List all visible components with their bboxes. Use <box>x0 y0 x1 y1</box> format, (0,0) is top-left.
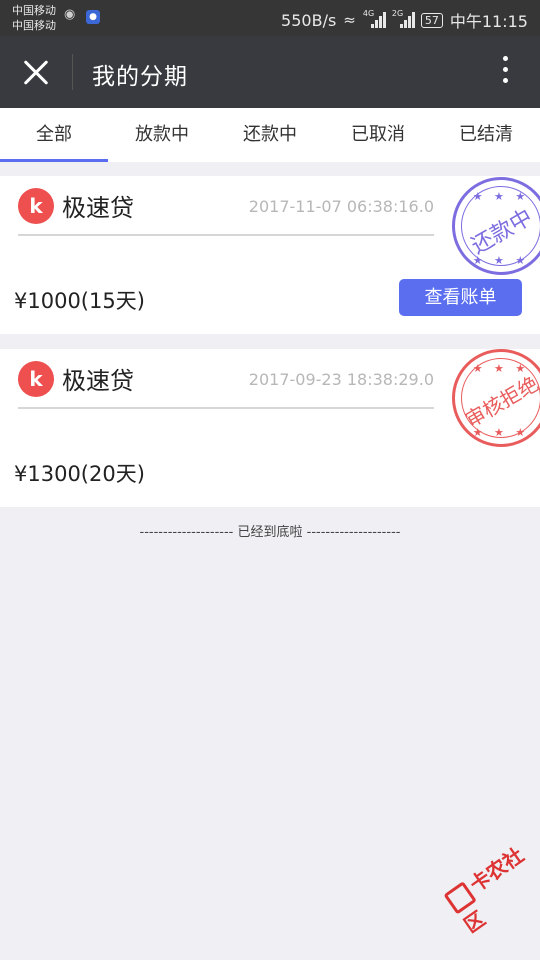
loan-logo-icon: k <box>18 188 54 224</box>
signal-icon-2: 2G <box>391 9 415 28</box>
network-speed: 550B/s <box>281 10 337 30</box>
watermark: 卡农社区 <box>440 833 540 938</box>
carrier-2: 中国移动 <box>12 19 56 32</box>
clock: 中午11:15 <box>449 12 528 31</box>
wechat-icon: ◉ <box>64 7 76 22</box>
rejected-stamp: ★ ★ ★ 审核拒绝 ★ ★ ★ <box>452 349 540 447</box>
more-options-icon[interactable] <box>500 56 510 88</box>
order-time: 2017-11-07 06:38:16.0 <box>248 197 434 216</box>
status-tabs: 全部 放款中 还款中 已取消 已结清 <box>0 108 540 162</box>
close-icon[interactable] <box>16 52 56 92</box>
loan-amount: ¥1000(15天) <box>14 289 145 313</box>
product-name: 极速贷 <box>62 194 134 222</box>
tab-all[interactable]: 全部 <box>0 108 108 162</box>
signal-icon-1: 4G <box>362 9 386 28</box>
product-name: 极速贷 <box>62 367 134 395</box>
tab-repaying[interactable]: 还款中 <box>216 108 324 162</box>
header-divider <box>72 54 73 90</box>
wifi-icon: ≈ <box>343 11 356 29</box>
tab-disbursing[interactable]: 放款中 <box>108 108 216 162</box>
loan-logo-icon: k <box>18 361 54 397</box>
carrier-1: 中国移动 <box>12 4 56 17</box>
signal-2-label: 2G <box>391 9 404 18</box>
tab-cancelled[interactable]: 已取消 <box>324 108 432 162</box>
repaying-stamp: ★ ★ ★ 还款中 ★ ★ ★ <box>452 177 540 275</box>
status-right: 550B/s ≈ 4G 2G 57 中午11:15 <box>281 8 528 32</box>
app-header: 我的分期 <box>0 36 540 108</box>
baidu-icon: ● <box>86 10 100 24</box>
page-title: 我的分期 <box>92 64 188 90</box>
tab-settled[interactable]: 已结清 <box>432 108 540 162</box>
loan-amount: ¥1300(20天) <box>14 462 145 486</box>
carrier-info: 中国移动 中国移动 <box>12 3 56 33</box>
end-of-list-tip: -------------------- 已经到底啦 -------------… <box>139 525 401 540</box>
status-bar: 中国移动 中国移动 ◉ ● 550B/s ≈ 4G 2G 57 中午11:15 <box>0 0 540 36</box>
card-divider <box>18 407 434 409</box>
installment-card[interactable]: k 极速贷 2017-09-23 18:38:29.0 ¥1300(20天) ★… <box>0 349 540 507</box>
order-time: 2017-09-23 18:38:29.0 <box>248 370 434 389</box>
view-bill-button[interactable]: 查看账单 <box>399 279 522 316</box>
card-divider <box>18 234 434 236</box>
installment-card[interactable]: k 极速贷 2017-11-07 06:38:16.0 ¥1000(15天) 查… <box>0 176 540 334</box>
signal-1-label: 4G <box>362 9 375 18</box>
battery-icon: 57 <box>420 12 443 28</box>
